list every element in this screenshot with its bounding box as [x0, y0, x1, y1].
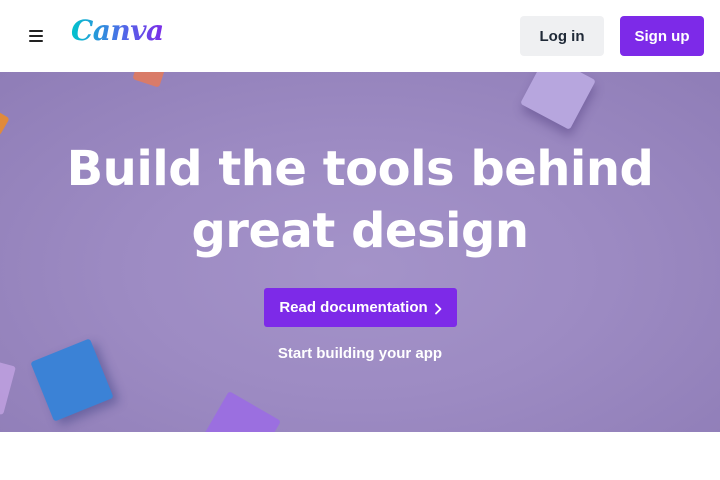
hamburger-icon [29, 40, 43, 42]
decorative-cube [0, 358, 16, 416]
canva-logo[interactable]: Canva [71, 14, 164, 47]
decorative-cube [520, 72, 596, 130]
start-building-link-wrap: Start building your app [0, 345, 720, 362]
login-button[interactable]: Log in [520, 16, 604, 56]
hamburger-icon [29, 35, 43, 37]
decorative-cube [199, 391, 281, 432]
chevron-right-icon [434, 303, 442, 315]
top-navigation: Canva Log in Sign up [0, 0, 720, 72]
read-documentation-button[interactable]: Read documentation [264, 288, 457, 327]
signup-button[interactable]: Sign up [620, 16, 704, 56]
hamburger-icon [29, 30, 43, 32]
start-building-link[interactable]: Start building your app [278, 345, 442, 362]
decorative-cube [132, 72, 168, 88]
menu-button[interactable] [20, 20, 52, 52]
hero-banner: Build the tools behind great design Read… [0, 72, 720, 432]
decorative-cube [0, 108, 10, 136]
hero-title: Build the tools behind great design [66, 141, 654, 259]
cta-label: Read documentation [279, 299, 428, 316]
